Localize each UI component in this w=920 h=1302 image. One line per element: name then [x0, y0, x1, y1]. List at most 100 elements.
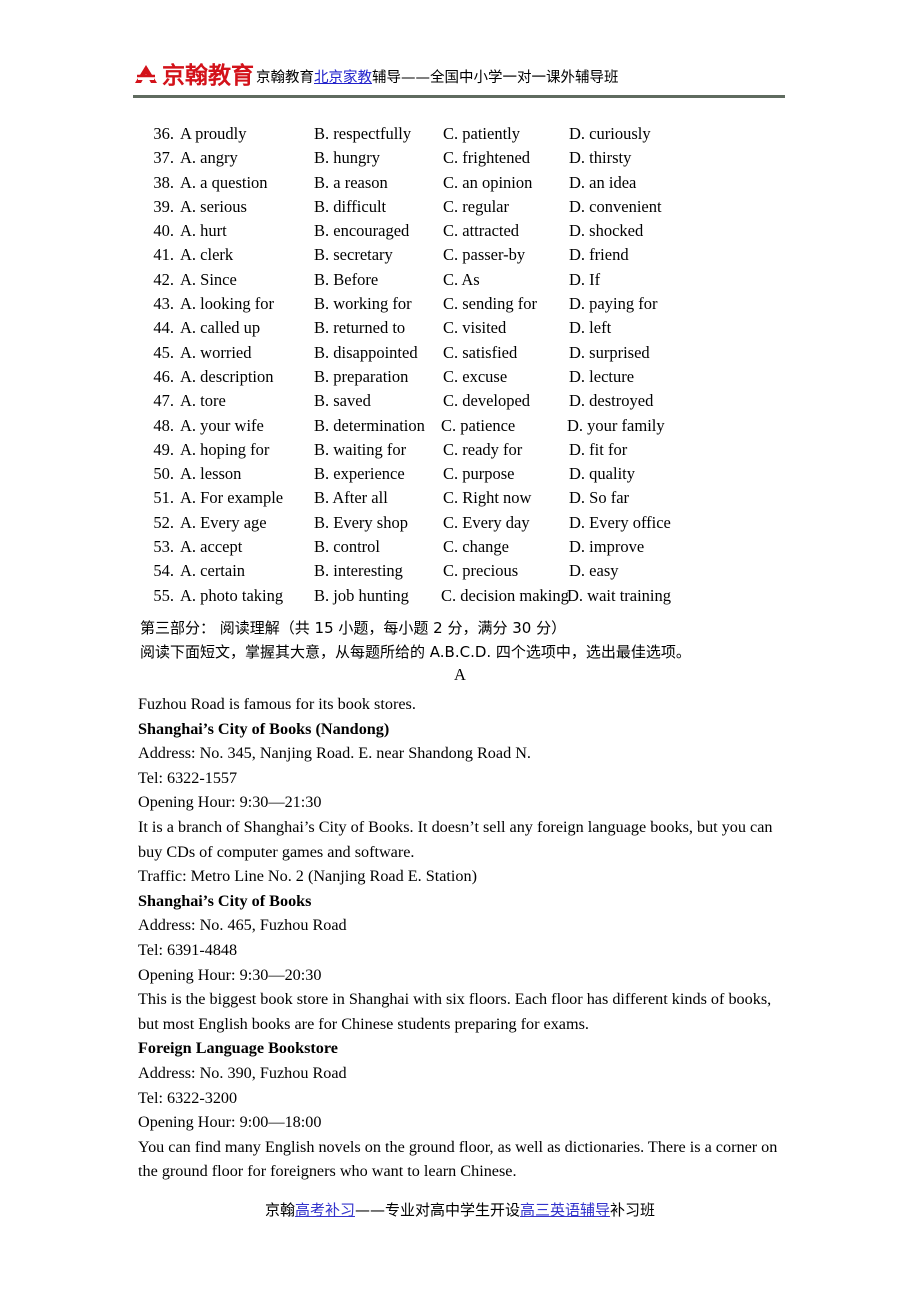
option-a[interactable]: A. tore — [180, 389, 226, 413]
option-a[interactable]: A. certain — [180, 559, 245, 583]
option-a[interactable]: A. your wife — [180, 414, 264, 438]
option-b[interactable]: B. determination — [314, 414, 425, 438]
option-d[interactable]: D. easy — [569, 559, 618, 583]
option-d[interactable]: D. lecture — [569, 365, 634, 389]
option-d[interactable]: D. surprised — [569, 341, 650, 365]
option-d[interactable]: D. friend — [569, 243, 629, 267]
option-a[interactable]: A. called up — [180, 316, 260, 340]
store2-name: Shanghai’s City of Books — [138, 891, 312, 910]
option-c[interactable]: C. ready for — [443, 438, 522, 462]
option-d[interactable]: D. Every office — [569, 511, 671, 535]
option-d[interactable]: D. shocked — [569, 219, 643, 243]
option-b[interactable]: B. returned to — [314, 316, 405, 340]
passage-letter-a: A — [454, 665, 466, 684]
option-d[interactable]: D. convenient — [569, 195, 662, 219]
option-a[interactable]: A. a question — [180, 171, 268, 195]
option-c[interactable]: C. Right now — [443, 486, 531, 510]
option-a[interactable]: A. serious — [180, 195, 247, 219]
option-d[interactable]: D. paying for — [569, 292, 657, 316]
option-d[interactable]: D. So far — [569, 486, 629, 510]
option-c[interactable]: C. visited — [443, 316, 506, 340]
option-b[interactable]: B. working for — [314, 292, 412, 316]
option-a[interactable]: A. Every age — [180, 511, 267, 535]
option-a[interactable]: A. Since — [180, 268, 237, 292]
option-b[interactable]: B. interesting — [314, 559, 403, 583]
option-c[interactable]: C. passer-by — [443, 243, 525, 267]
option-a[interactable]: A. For example — [180, 486, 283, 510]
option-c[interactable]: C. frightened — [443, 146, 530, 170]
option-b[interactable]: B. saved — [314, 389, 371, 413]
option-b[interactable]: B. Before — [314, 268, 378, 292]
option-b[interactable]: B. experience — [314, 462, 405, 486]
option-b[interactable]: B. difficult — [314, 195, 386, 219]
option-a[interactable]: A. hurt — [180, 219, 227, 243]
option-d[interactable]: D. destroyed — [569, 389, 653, 413]
option-d[interactable]: D. quality — [569, 462, 635, 486]
option-a[interactable]: A. clerk — [180, 243, 233, 267]
footer-link-gaokao[interactable]: 高考补习 — [295, 1201, 355, 1219]
option-a[interactable]: A. looking for — [180, 292, 274, 316]
question-list: 36. A proudly B. respectfully C. patient… — [0, 122, 920, 608]
option-c[interactable]: C. purpose — [443, 462, 515, 486]
option-c[interactable]: C. attracted — [443, 219, 519, 243]
question-number: 49. — [153, 439, 174, 459]
header-tagline-link[interactable]: 北京家教 — [314, 70, 372, 86]
option-c[interactable]: C. decision making — [441, 584, 569, 608]
option-c[interactable]: C. satisfied — [443, 341, 517, 365]
option-a[interactable]: A. lesson — [180, 462, 241, 486]
option-b[interactable]: B. preparation — [314, 365, 408, 389]
option-c[interactable]: C. patiently — [443, 122, 520, 146]
option-b[interactable]: B. job hunting — [314, 584, 409, 608]
store1-description: It is a branch of Shanghai’s City of Boo… — [138, 817, 773, 861]
footer-pre: 京翰 — [264, 1201, 295, 1219]
question-number: 55. — [153, 585, 174, 605]
footer-mid: ——专业对高中学生开设 — [354, 1201, 520, 1219]
question-number: 38. — [153, 172, 174, 192]
option-c[interactable]: C. patience — [441, 414, 515, 438]
option-d[interactable]: D. curiously — [569, 122, 651, 146]
option-c[interactable]: C. precious — [443, 559, 518, 583]
option-b[interactable]: B. disappointed — [314, 341, 418, 365]
option-c[interactable]: C. change — [443, 535, 509, 559]
option-c[interactable]: C. Every day — [443, 511, 530, 535]
option-c[interactable]: C. regular — [443, 195, 509, 219]
option-b[interactable]: B. secretary — [314, 243, 393, 267]
option-d[interactable]: D. your family — [567, 414, 665, 438]
option-a[interactable]: A. accept — [180, 535, 242, 559]
question-row-43: 43. A. looking for B. working for C. sen… — [0, 292, 920, 316]
option-a[interactable]: A. hoping for — [180, 438, 269, 462]
option-a[interactable]: A. angry — [180, 146, 238, 170]
option-d[interactable]: D. improve — [569, 535, 644, 559]
option-d[interactable]: D. fit for — [569, 438, 627, 462]
question-number: 53. — [153, 537, 174, 557]
option-b[interactable]: B. control — [314, 535, 380, 559]
option-b[interactable]: B. respectfully — [314, 122, 411, 146]
option-b[interactable]: B. After all — [314, 486, 388, 510]
reading-passage: Fuzhou Road is famous for its book store… — [138, 692, 786, 1184]
option-b[interactable]: B. waiting for — [314, 438, 406, 462]
question-row-38: 38. A. a question B. a reason C. an opin… — [0, 171, 920, 195]
option-b[interactable]: B. hungry — [314, 146, 380, 170]
header-brand-row: 京翰教育 京翰教育北京家教辅导——全国中小学一对一课外辅导班 — [133, 61, 785, 91]
option-d[interactable]: D. wait training — [567, 584, 671, 608]
option-b[interactable]: B. a reason — [314, 171, 388, 195]
option-c[interactable]: C. an opinion — [443, 171, 532, 195]
option-c[interactable]: C. As — [443, 268, 480, 292]
option-c[interactable]: C. excuse — [443, 365, 507, 389]
option-b[interactable]: B. encouraged — [314, 219, 409, 243]
option-b[interactable]: B. Every shop — [314, 511, 408, 535]
option-c[interactable]: C. developed — [443, 389, 530, 413]
store1-name: Shanghai’s City of Books (Nandong) — [138, 719, 390, 738]
option-a[interactable]: A. worried — [180, 341, 251, 365]
option-d[interactable]: D. left — [569, 316, 611, 340]
question-number: 42. — [153, 269, 174, 289]
option-d[interactable]: D. If — [569, 268, 600, 292]
option-a[interactable]: A. description — [180, 365, 273, 389]
option-c[interactable]: C. sending for — [443, 292, 537, 316]
option-a[interactable]: A. photo taking — [180, 584, 283, 608]
option-d[interactable]: D. an idea — [569, 171, 636, 195]
option-a[interactable]: A proudly — [180, 122, 246, 146]
footer-link-english[interactable]: 高三英语辅导 — [520, 1201, 610, 1219]
question-number: 36. — [153, 124, 174, 143]
option-d[interactable]: D. thirsty — [569, 146, 631, 170]
